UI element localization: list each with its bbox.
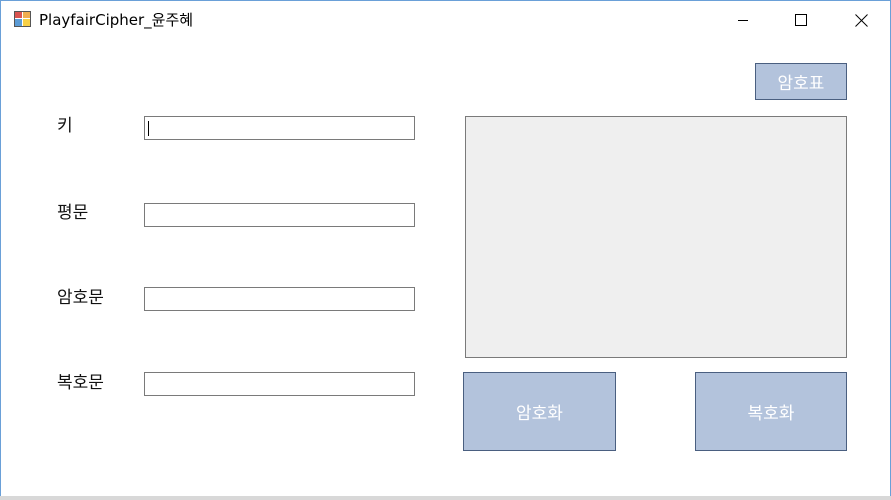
cipher-table-panel xyxy=(465,116,847,358)
close-icon xyxy=(854,13,868,27)
maximize-button[interactable] xyxy=(772,1,830,39)
window-title: PlayfairCipher_윤주혜 xyxy=(39,11,194,29)
ciphertext-input[interactable] xyxy=(144,287,415,311)
encrypt-button-label: 암호화 xyxy=(516,404,563,424)
close-button[interactable] xyxy=(832,1,890,39)
plaintext-label: 평문 xyxy=(57,203,89,223)
ciphertext-label: 암호문 xyxy=(57,288,104,308)
plaintext-input[interactable] xyxy=(144,203,415,227)
decrypt-button-label: 복호화 xyxy=(747,404,795,424)
cipher-table-button[interactable]: 암호표 xyxy=(755,63,847,100)
decrypt-button[interactable]: 복호화 xyxy=(695,372,847,451)
window-bottom-edge xyxy=(0,496,891,500)
key-label: 키 xyxy=(57,116,73,136)
text-caret xyxy=(148,121,149,136)
decrypted-input[interactable] xyxy=(144,372,415,396)
maximize-icon xyxy=(795,14,807,26)
app-icon xyxy=(14,11,31,27)
minimize-button[interactable] xyxy=(714,1,772,39)
cipher-table-button-label: 암호표 xyxy=(777,74,825,94)
title-bar[interactable]: PlayfairCipher_윤주혜 xyxy=(1,1,890,39)
app-window: PlayfairCipher_윤주혜 암호표 키 평문 암호문 복호문 암호화 … xyxy=(0,0,891,499)
key-input[interactable] xyxy=(144,116,415,140)
encrypt-button[interactable]: 암호화 xyxy=(463,372,616,451)
decrypted-label: 복호문 xyxy=(57,373,104,393)
minimize-icon xyxy=(738,20,748,21)
